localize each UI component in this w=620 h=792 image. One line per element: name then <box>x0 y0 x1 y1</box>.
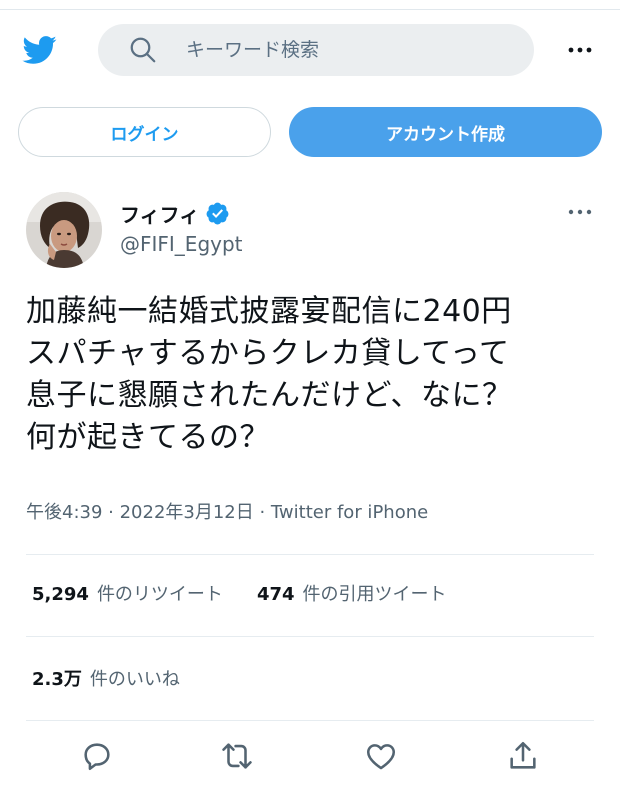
retweets-label: 件のリツイート <box>96 584 223 605</box>
share-icon[interactable] <box>506 739 540 773</box>
more-options-icon[interactable] <box>562 36 598 64</box>
display-name-row[interactable]: フィフィ <box>120 199 230 228</box>
login-button[interactable]: ログイン <box>18 107 271 157</box>
retweets-count: 5,294 <box>32 584 89 605</box>
like-icon[interactable] <box>364 739 398 773</box>
quotes-label: 件の引用ツイート <box>302 584 447 605</box>
header <box>0 10 620 90</box>
tweet-more-icon[interactable] <box>562 200 598 224</box>
divider <box>26 720 594 721</box>
tweet-actions <box>0 735 620 780</box>
tweet-text-line: 加藤純一結婚式披露宴配信に240円 <box>26 294 512 329</box>
verified-badge-icon <box>206 202 229 225</box>
tweet-text-line: 息子に懇願されたんだけど、なに？ <box>26 378 513 413</box>
quotes-stat[interactable]: 474 件の引用ツイート <box>257 580 447 606</box>
tweet-text-line: スパチャするからクレカ貸してって <box>26 336 510 371</box>
likes-label: 件のいいね <box>89 669 180 690</box>
quotes-count: 474 <box>256 584 295 605</box>
divider <box>26 636 594 637</box>
reply-icon[interactable] <box>80 739 114 773</box>
tweet-timestamp[interactable]: 午後4:39 · 2022年3月12日 · Twitter for iPhone <box>26 498 428 524</box>
tweet-stats-row: 5,294 件のリツイート 474 件の引用ツイート <box>32 580 481 606</box>
retweets-stat[interactable]: 5,294 件のリツイート <box>32 580 223 606</box>
divider <box>26 554 594 555</box>
likes-count: 2.3万 <box>32 669 82 690</box>
search-input[interactable] <box>186 39 486 61</box>
top-bar <box>0 0 620 10</box>
create-account-button[interactable]: アカウント作成 <box>289 107 602 157</box>
display-name[interactable]: フィフィ <box>120 199 199 228</box>
twitter-logo-icon[interactable] <box>18 32 60 68</box>
retweet-icon[interactable] <box>220 739 254 773</box>
avatar[interactable] <box>26 192 102 268</box>
likes-stat[interactable]: 2.3万 件のいいね <box>32 665 180 691</box>
search-bar[interactable] <box>98 24 534 76</box>
tweet-text: 加藤純一結婚式披露宴配信に240円 スパチャするからクレカ貸してって 息子に懇願… <box>26 291 601 459</box>
search-icon <box>130 37 156 63</box>
tweet-text-line: 何が起きてるの？ <box>26 420 270 455</box>
user-handle[interactable]: @FIFI_Egypt <box>120 232 243 256</box>
likes-stats-row: 2.3万 件のいいね <box>32 665 214 691</box>
